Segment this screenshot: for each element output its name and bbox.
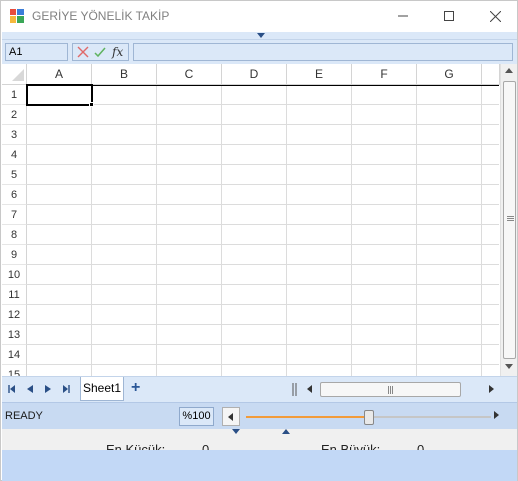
summary-panel: En Küçük: 0 En Büyük: 0 (2, 436, 517, 450)
minimize-button[interactable] (380, 1, 426, 31)
prev-sheet-icon[interactable] (27, 385, 33, 393)
zoom-track-fill (246, 416, 369, 418)
vertical-scroll-thumb[interactable] (503, 81, 516, 359)
select-all-corner[interactable] (2, 64, 27, 85)
formula-input[interactable] (133, 43, 513, 61)
tab-splitter-icon[interactable] (292, 383, 298, 396)
min-value: 0 (202, 442, 210, 450)
column-header-c[interactable]: C (157, 64, 222, 85)
formula-bar: A1 fx (2, 40, 517, 64)
row-header-8[interactable]: 8 (2, 225, 27, 245)
cell-area[interactable] (27, 85, 499, 376)
grip-icon (388, 386, 393, 394)
add-sheet-button[interactable]: + (131, 379, 140, 397)
column-header-d[interactable]: D (222, 64, 287, 85)
panel-splitter[interactable] (2, 429, 517, 436)
sheet-tab-sheet1[interactable]: Sheet1 (80, 377, 124, 401)
zoom-level-button[interactable]: %100 (179, 407, 214, 426)
footer-panel (2, 450, 517, 481)
zoom-slider[interactable] (222, 407, 515, 426)
row-header-7[interactable]: 7 (2, 205, 27, 225)
row-header-15[interactable]: 15 (2, 365, 27, 376)
zoom-track[interactable] (246, 410, 491, 425)
scroll-right-icon[interactable] (489, 385, 494, 393)
row-header-11[interactable]: 11 (2, 285, 27, 305)
row-header-4[interactable]: 4 (2, 145, 27, 165)
row-header-12[interactable]: 12 (2, 305, 27, 325)
maximize-button[interactable] (426, 1, 472, 31)
first-sheet-icon[interactable] (8, 385, 16, 393)
active-cell-a1[interactable] (26, 84, 93, 106)
fill-handle[interactable] (89, 102, 94, 107)
column-header-h[interactable] (482, 64, 500, 85)
status-label: READY (5, 410, 43, 422)
row-header-9[interactable]: 9 (2, 245, 27, 265)
horizontal-scroll-thumb[interactable] (320, 382, 461, 397)
scroll-left-icon[interactable] (307, 385, 312, 393)
max-label: En Büyük: (321, 442, 381, 450)
ribbon-collapse-strip[interactable] (2, 32, 517, 40)
column-header-a[interactable]: A (27, 64, 92, 85)
title-bar: GERİYE YÖNELİK TAKİP (1, 1, 517, 31)
column-header-e[interactable]: E (287, 64, 352, 85)
chevron-down-icon[interactable] (232, 429, 240, 434)
chevron-down-icon (257, 33, 265, 38)
spreadsheet-grid: A B C D E F G 1 2 3 4 5 6 7 8 9 10 11 12… (2, 64, 517, 376)
scroll-up-icon[interactable] (505, 68, 513, 73)
name-box[interactable]: A1 (5, 43, 68, 61)
cancel-x-icon[interactable] (76, 45, 90, 59)
max-value: 0 (417, 442, 425, 450)
header-divider (27, 85, 499, 86)
row-header-3[interactable]: 3 (2, 125, 27, 145)
min-label: En Küçük: (106, 442, 166, 450)
row-header-5[interactable]: 5 (2, 165, 27, 185)
close-button[interactable] (472, 1, 518, 31)
chevron-up-icon[interactable] (282, 429, 290, 434)
horizontal-scrollbar[interactable] (302, 381, 502, 398)
accept-check-icon[interactable] (93, 45, 107, 59)
function-fx-icon[interactable]: fx (111, 45, 127, 59)
close-icon (489, 10, 501, 22)
row-header-13[interactable]: 13 (2, 325, 27, 345)
last-sheet-icon[interactable] (62, 385, 70, 393)
column-header-g[interactable]: G (417, 64, 482, 85)
column-header-f[interactable]: F (352, 64, 417, 85)
row-header-1[interactable]: 1 (2, 85, 27, 105)
maximize-icon (444, 11, 454, 21)
main-window: GERİYE YÖNELİK TAKİP A1 fx A B C D E F G… (0, 0, 518, 481)
row-header-2[interactable]: 2 (2, 105, 27, 125)
zoom-thumb[interactable] (364, 410, 374, 425)
grip-icon (507, 216, 514, 221)
status-bar: READY %100 (2, 402, 517, 429)
window-title: GERİYE YÖNELİK TAKİP (32, 9, 170, 23)
minimize-icon (398, 15, 408, 17)
zoom-in-icon[interactable] (494, 411, 499, 419)
next-sheet-icon[interactable] (45, 385, 51, 393)
svg-text:fx: fx (111, 45, 123, 59)
column-header-b[interactable]: B (92, 64, 157, 85)
vertical-scrollbar[interactable] (500, 64, 517, 376)
scroll-down-icon[interactable] (505, 364, 513, 369)
formula-buttons: fx (72, 43, 129, 61)
row-header-10[interactable]: 10 (2, 265, 27, 285)
row-header-14[interactable]: 14 (2, 345, 27, 365)
sheet-tab-bar: Sheet1 + (2, 376, 517, 402)
zoom-out-icon (228, 413, 233, 421)
row-header-6[interactable]: 6 (2, 185, 27, 205)
app-grid-icon (10, 9, 24, 23)
zoom-out-button[interactable] (222, 407, 240, 426)
